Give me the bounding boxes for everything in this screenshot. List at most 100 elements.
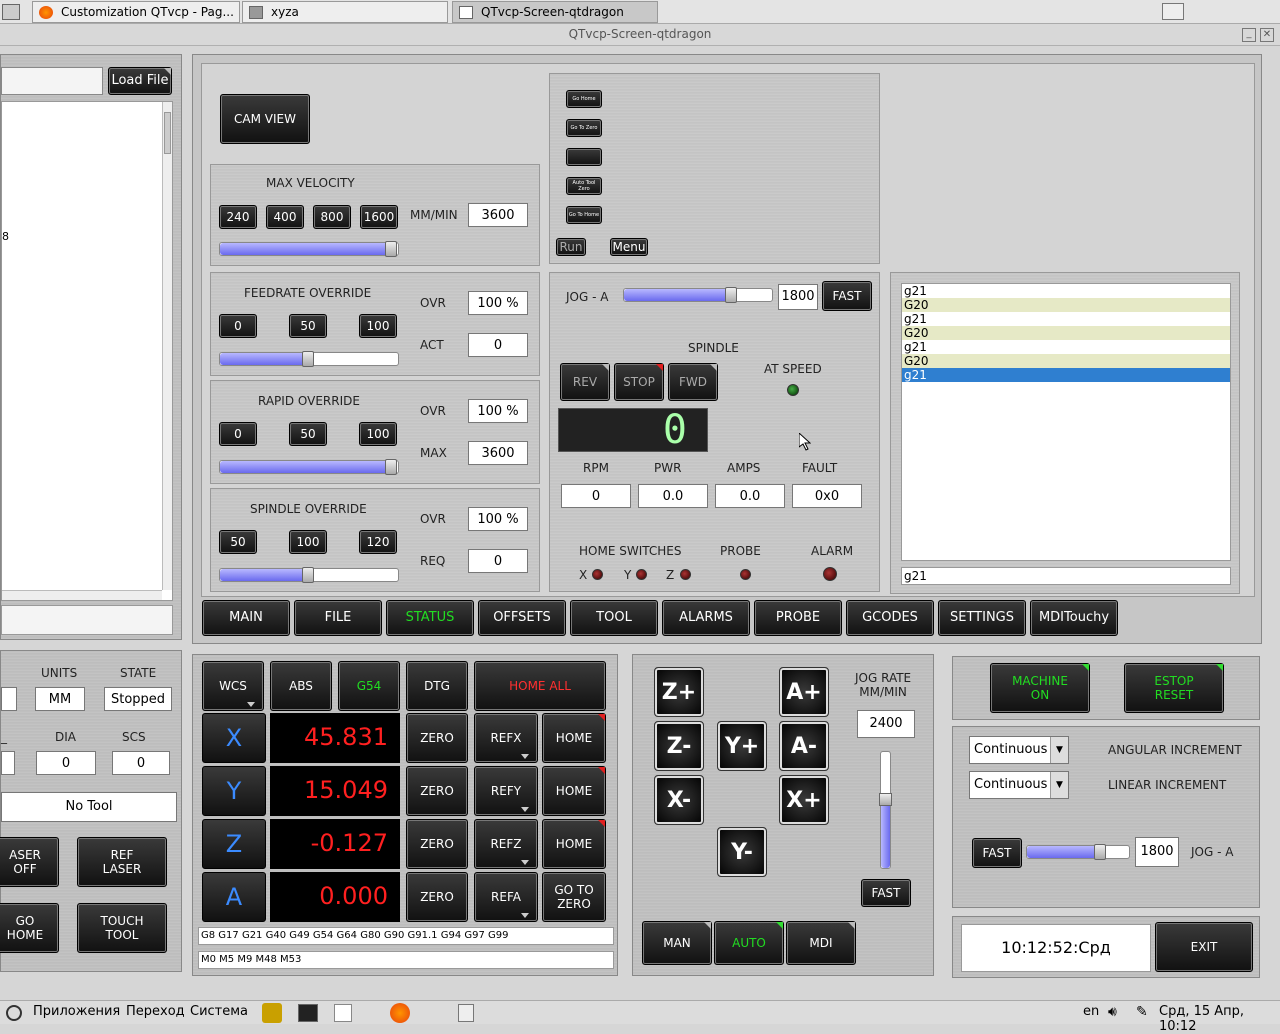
window-list-icon[interactable] xyxy=(458,1004,474,1022)
jog-a-slider[interactable] xyxy=(623,287,773,303)
jog-rate-slider[interactable] xyxy=(879,751,892,869)
gcode-history-item[interactable]: G20 xyxy=(902,298,1230,312)
touch-tool-button[interactable]: TOUCH TOOL xyxy=(77,903,167,953)
home-all-button[interactable]: HOME ALL xyxy=(474,661,606,711)
mode-mdi-button[interactable]: MDI xyxy=(786,921,856,965)
macro-go-home-button[interactable]: Go Home xyxy=(566,90,602,108)
jog-z-minus-button[interactable]: Z- xyxy=(654,721,704,771)
axis-a-button[interactable]: A xyxy=(202,872,266,922)
vertical-scrollbar[interactable] xyxy=(162,102,172,590)
jog-z-plus-button[interactable]: Z+ xyxy=(654,667,704,717)
jog-y-plus-button[interactable]: Y+ xyxy=(717,721,767,771)
estop-reset-button[interactable]: ESTOP RESET xyxy=(1124,663,1224,713)
jog-x-plus-button[interactable]: X+ xyxy=(779,775,829,825)
minimize-icon[interactable]: _ xyxy=(1242,28,1256,42)
tab-tool[interactable]: TOOL xyxy=(570,600,658,636)
ref-y-button[interactable]: REFY xyxy=(474,766,538,816)
exit-button[interactable]: EXIT xyxy=(1155,922,1253,972)
dtg-button[interactable]: DTG xyxy=(406,661,468,711)
gcode-history-item[interactable]: G20 xyxy=(902,326,1230,340)
load-file-button[interactable]: Load File xyxy=(108,67,172,95)
tool-icon[interactable] xyxy=(262,1003,282,1023)
spindle-120-button[interactable]: 120 xyxy=(359,530,397,554)
rapid-50-button[interactable]: 50 xyxy=(289,422,327,446)
cam-view-button[interactable]: CAM VIEW xyxy=(220,94,310,144)
maximize-icon[interactable] xyxy=(1162,3,1184,20)
tab-customization[interactable]: Customization QTvcp - Pag... xyxy=(32,1,240,23)
ref-a-button[interactable]: REFA xyxy=(474,872,538,922)
tab-file[interactable]: FILE xyxy=(294,600,382,636)
language-indicator[interactable]: en xyxy=(1083,1004,1099,1019)
wcs-button[interactable]: WCS xyxy=(202,661,264,711)
go-to-zero-a-button[interactable]: GO TO ZERO xyxy=(542,872,606,922)
network-icon[interactable]: ✎ xyxy=(1136,1004,1148,1020)
macro-auto-tool-zero-button[interactable]: Auto Tool Zero xyxy=(566,177,602,195)
gcode-history-item[interactable]: g21 xyxy=(902,340,1230,354)
ref-z-button[interactable]: REFZ xyxy=(474,819,538,869)
file-path-field[interactable] xyxy=(1,67,103,95)
scrollbar-thumb[interactable] xyxy=(164,112,171,154)
jog-fast-button[interactable]: FAST xyxy=(972,838,1022,868)
apps-menu[interactable]: Приложения xyxy=(33,1004,120,1019)
apps-menu-icon[interactable] xyxy=(6,1005,22,1021)
machine-on-button[interactable]: MACHINE ON xyxy=(990,663,1090,713)
abs-button[interactable]: ABS xyxy=(270,661,332,711)
tab-probe[interactable]: PROBE xyxy=(754,600,842,636)
tab-offsets[interactable]: OFFSETS xyxy=(478,600,566,636)
rapid-slider[interactable] xyxy=(219,459,399,475)
tab-alarms[interactable]: ALARMS xyxy=(662,600,750,636)
gcode-history-list[interactable]: g21 G20 g21 G20 g21 G20 g21 xyxy=(901,283,1231,561)
gcode-history-item[interactable]: g21 xyxy=(902,368,1230,382)
mdi-input[interactable]: g21 xyxy=(901,567,1231,585)
axis-z-button[interactable]: Z xyxy=(202,819,266,869)
home-y-button[interactable]: HOME xyxy=(542,766,606,816)
go-home-button[interactable]: GO HOME xyxy=(0,903,59,953)
spindle-50-button[interactable]: 50 xyxy=(219,530,257,554)
volume-icon[interactable]: 🔊︎ xyxy=(1108,1004,1117,1020)
axis-x-button[interactable]: X xyxy=(202,713,266,763)
tab-xyza[interactable]: xyza xyxy=(242,1,448,23)
horizontal-scrollbar[interactable] xyxy=(2,590,162,600)
macro-go-to-zero-button[interactable]: Go To Zero xyxy=(566,119,602,137)
firefox-icon[interactable] xyxy=(390,1003,410,1023)
zero-x-button[interactable]: ZERO xyxy=(406,713,468,763)
velocity-1600-button[interactable]: 1600 xyxy=(360,205,398,229)
close-icon[interactable]: ✕ xyxy=(1260,28,1274,42)
jog-rate-field[interactable]: 2400 xyxy=(857,710,915,738)
mode-auto-button[interactable]: AUTO xyxy=(714,921,784,965)
rapid-ovr-field[interactable]: 100 % xyxy=(468,399,528,423)
velocity-240-button[interactable]: 240 xyxy=(219,205,257,229)
system-menu[interactable]: Система xyxy=(190,1004,248,1019)
terminal-icon[interactable] xyxy=(298,1004,318,1022)
zero-z-button[interactable]: ZERO xyxy=(406,819,468,869)
macro-go-to-home-button[interactable]: Go To Home xyxy=(566,206,602,224)
spindle-ovr-field[interactable]: 100 % xyxy=(468,507,528,531)
jog-x-minus-button[interactable]: X- xyxy=(654,775,704,825)
feedrate-50-button[interactable]: 50 xyxy=(289,314,327,338)
tab-mditouchy[interactable]: MDITouchy xyxy=(1030,600,1118,636)
home-z-button[interactable]: HOME xyxy=(542,819,606,869)
zero-a-button[interactable]: ZERO xyxy=(406,872,468,922)
spindle-slider[interactable] xyxy=(219,567,399,583)
feedrate-slider[interactable] xyxy=(219,351,399,367)
gcode-history-item[interactable]: g21 xyxy=(902,284,1230,298)
angular-increment-select[interactable]: Continuous ▼ xyxy=(969,736,1069,764)
mode-man-button[interactable]: MAN xyxy=(642,921,712,965)
jog-a-minus-button[interactable]: A- xyxy=(779,721,829,771)
clock-datetime[interactable]: Срд, 15 Апр, 10:12 xyxy=(1159,1004,1280,1034)
gcode-history-item[interactable]: G20 xyxy=(902,354,1230,368)
jog-y-minus-button[interactable]: Y- xyxy=(717,827,767,877)
home-x-button[interactable]: HOME xyxy=(542,713,606,763)
feedrate-0-button[interactable]: 0 xyxy=(219,314,257,338)
spindle-stop-button[interactable]: STOP xyxy=(614,363,664,401)
ref-laser-button[interactable]: REF LASER xyxy=(77,837,167,887)
linear-increment-select[interactable]: Continuous ▼ xyxy=(969,771,1069,799)
feedrate-100-button[interactable]: 100 xyxy=(359,314,397,338)
spindle-fwd-button[interactable]: FWD xyxy=(668,363,718,401)
jog-a-slider-2[interactable] xyxy=(1026,844,1130,860)
laser-off-button[interactable]: ASER OFF xyxy=(0,837,59,887)
tab-main[interactable]: MAIN xyxy=(202,600,290,636)
file-list[interactable]: 8 xyxy=(1,101,173,601)
jog-a-plus-button[interactable]: A+ xyxy=(779,667,829,717)
g54-button[interactable]: G54 xyxy=(338,661,400,711)
